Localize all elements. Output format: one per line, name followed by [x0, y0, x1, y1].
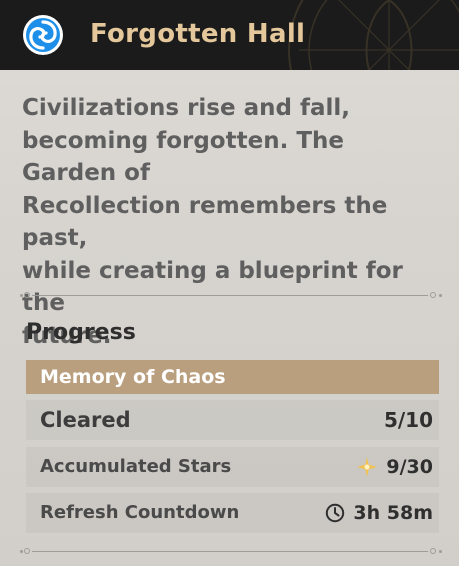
- cleared-row: Cleared 5/10: [26, 400, 439, 440]
- refresh-countdown-value-group: 3h 58m: [325, 499, 433, 527]
- description-line: while creating a blueprint for the: [22, 257, 403, 317]
- clock-icon: [326, 503, 345, 523]
- ornament-decoration: [288, 0, 459, 70]
- accumulated-stars-value-group: 9/30: [356, 453, 433, 481]
- description-line: Recollection remembers the past,: [22, 192, 388, 252]
- accumulated-stars-row: Accumulated Stars 9/30: [26, 447, 439, 487]
- accumulated-stars-label: Accumulated Stars: [40, 456, 232, 477]
- mode-bar-memory-of-chaos[interactable]: Memory of Chaos: [26, 360, 439, 394]
- page-title: Forgotten Hall: [90, 19, 306, 49]
- refresh-countdown-value: 3h 58m: [353, 502, 433, 524]
- refresh-countdown-label: Refresh Countdown: [40, 502, 240, 523]
- refresh-countdown-row: Refresh Countdown 3h 58m: [26, 493, 439, 533]
- description-text: Civilizations rise and fall, becoming fo…: [22, 92, 442, 352]
- panel-header: Forgotten Hall: [0, 0, 459, 70]
- memory-swirl-icon: [23, 15, 63, 55]
- cleared-value: 5/10: [383, 408, 433, 432]
- star-icon: [357, 457, 378, 477]
- mode-label: Memory of Chaos: [40, 366, 226, 388]
- progress-heading: Progress: [26, 320, 136, 345]
- description-line: becoming forgotten. The Garden of: [22, 127, 344, 187]
- description-line: Civilizations rise and fall,: [22, 95, 350, 121]
- bottom-divider: [20, 547, 442, 557]
- accumulated-stars-value: 9/30: [386, 456, 433, 478]
- forgotten-hall-panel: Forgotten Hall Civilizations rise and fa…: [0, 0, 459, 566]
- cleared-label: Cleared: [40, 408, 131, 432]
- section-divider: [20, 291, 442, 301]
